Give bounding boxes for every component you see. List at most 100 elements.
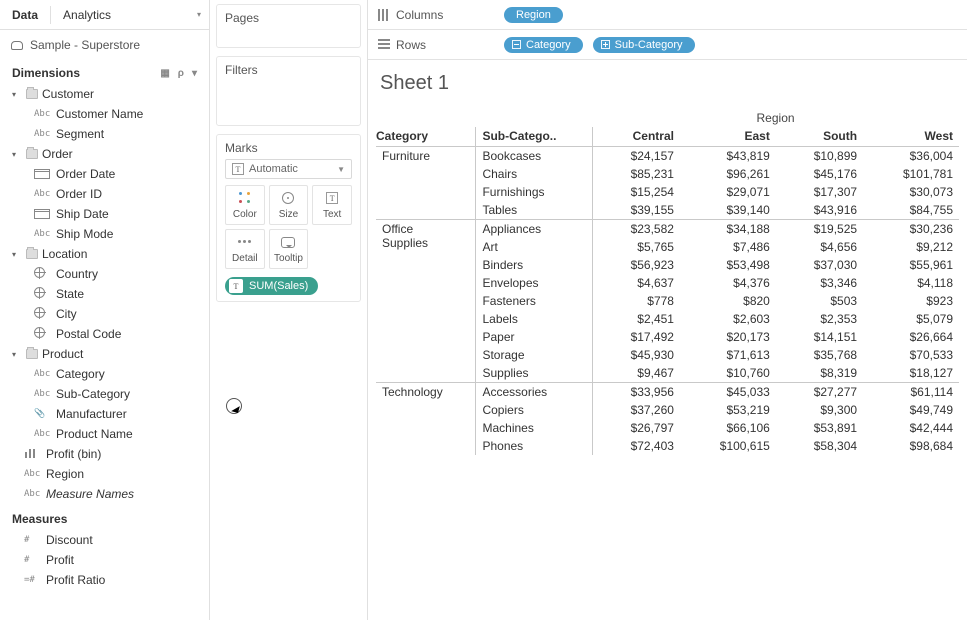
value-cell[interactable]: $45,176 [776, 165, 863, 183]
value-cell[interactable]: $9,467 [592, 364, 680, 383]
value-cell[interactable]: $2,451 [592, 310, 680, 328]
value-cell[interactable]: $45,033 [680, 383, 776, 402]
value-cell[interactable]: $8,319 [776, 364, 863, 383]
pages-shelf[interactable]: Pages [216, 4, 361, 48]
value-cell[interactable]: $43,819 [680, 147, 776, 166]
value-cell[interactable]: $15,254 [592, 183, 680, 201]
field-item[interactable]: AbcOrder ID [0, 184, 209, 204]
value-cell[interactable]: $96,261 [680, 165, 776, 183]
value-cell[interactable]: $30,236 [863, 220, 959, 239]
value-cell[interactable]: $33,956 [592, 383, 680, 402]
mark-btn-text[interactable]: TText [312, 185, 352, 225]
value-cell[interactable]: $3,346 [776, 274, 863, 292]
subcategory-cell[interactable]: Copiers [476, 401, 592, 419]
value-cell[interactable]: $778 [592, 292, 680, 310]
field-item[interactable]: =#Profit Ratio [0, 570, 209, 590]
field-item[interactable]: Profit (bin) [0, 444, 209, 464]
value-cell[interactable]: $10,760 [680, 364, 776, 383]
value-cell[interactable]: $70,533 [863, 346, 959, 364]
collapse-icon[interactable] [512, 40, 521, 49]
value-cell[interactable]: $36,004 [863, 147, 959, 166]
value-cell[interactable]: $85,231 [592, 165, 680, 183]
rows-pill-subcategory[interactable]: Sub-Category [593, 37, 695, 53]
value-cell[interactable]: $35,768 [776, 346, 863, 364]
value-cell[interactable]: $39,140 [680, 201, 776, 220]
subcategory-cell[interactable]: Bookcases [476, 147, 592, 166]
value-cell[interactable]: $923 [863, 292, 959, 310]
field-item[interactable]: AbcMeasure Names [0, 484, 209, 504]
value-cell[interactable]: $26,664 [863, 328, 959, 346]
value-cell[interactable]: $20,173 [680, 328, 776, 346]
field-item[interactable]: Order Date [0, 164, 209, 184]
value-cell[interactable]: $5,079 [863, 310, 959, 328]
columns-shelf[interactable]: Columns Region [368, 0, 967, 30]
marks-pill-sum-sales[interactable]: T SUM(Sales) [225, 277, 318, 295]
value-cell[interactable]: $30,073 [863, 183, 959, 201]
value-cell[interactable]: $7,486 [680, 238, 776, 256]
filters-shelf[interactable]: Filters [216, 56, 361, 126]
value-cell[interactable]: $53,219 [680, 401, 776, 419]
subcategory-cell[interactable]: Binders [476, 256, 592, 274]
value-cell[interactable]: $84,755 [863, 201, 959, 220]
value-cell[interactable]: $14,151 [776, 328, 863, 346]
value-cell[interactable]: $42,444 [863, 419, 959, 437]
mark-btn-color[interactable]: Color [225, 185, 265, 225]
value-cell[interactable]: $58,304 [776, 437, 863, 455]
value-cell[interactable]: $72,403 [592, 437, 680, 455]
mark-btn-size[interactable]: Size [269, 185, 309, 225]
value-cell[interactable]: $2,353 [776, 310, 863, 328]
mark-type-select[interactable]: TAutomatic ▼ [225, 159, 352, 179]
tab-analytics[interactable]: Analytics [51, 0, 123, 29]
value-cell[interactable]: $71,613 [680, 346, 776, 364]
value-cell[interactable]: $4,376 [680, 274, 776, 292]
subcategory-cell[interactable]: Furnishings [476, 183, 592, 201]
value-cell[interactable]: $19,525 [776, 220, 863, 239]
subcategory-cell[interactable]: Fasteners [476, 292, 592, 310]
view-options-icon[interactable]: ▦ [160, 68, 169, 79]
value-cell[interactable]: $61,114 [863, 383, 959, 402]
value-cell[interactable]: $53,891 [776, 419, 863, 437]
datasource-row[interactable]: Sample - Superstore [0, 30, 209, 60]
value-cell[interactable]: $43,916 [776, 201, 863, 220]
subcategory-cell[interactable]: Appliances [476, 220, 592, 239]
value-cell[interactable]: $100,615 [680, 437, 776, 455]
subcategory-cell[interactable]: Accessories [476, 383, 592, 402]
value-cell[interactable]: $37,260 [592, 401, 680, 419]
value-cell[interactable]: $17,307 [776, 183, 863, 201]
field-item[interactable]: AbcSub-Category [0, 384, 209, 404]
search-icon[interactable]: ρ [178, 68, 184, 79]
value-cell[interactable]: $101,781 [863, 165, 959, 183]
value-cell[interactable]: $34,188 [680, 220, 776, 239]
value-cell[interactable]: $56,923 [592, 256, 680, 274]
tab-dropdown-icon[interactable]: ▾ [189, 10, 209, 19]
rows-shelf[interactable]: Rows Category Sub-Category [368, 30, 967, 60]
menu-icon[interactable]: ▾ [192, 68, 197, 79]
value-cell[interactable]: $49,749 [863, 401, 959, 419]
value-cell[interactable]: $4,637 [592, 274, 680, 292]
value-cell[interactable]: $10,899 [776, 147, 863, 166]
value-cell[interactable]: $55,961 [863, 256, 959, 274]
value-cell[interactable]: $4,656 [776, 238, 863, 256]
field-item[interactable]: City [0, 304, 209, 324]
tab-data[interactable]: Data [0, 0, 50, 29]
subcategory-cell[interactable]: Labels [476, 310, 592, 328]
mark-btn-tooltip[interactable]: Tooltip [269, 229, 309, 269]
field-item[interactable]: #Profit [0, 550, 209, 570]
folder-product[interactable]: ▾Product [0, 344, 209, 364]
subcategory-cell[interactable]: Paper [476, 328, 592, 346]
value-cell[interactable]: $9,212 [863, 238, 959, 256]
field-item[interactable]: AbcCategory [0, 364, 209, 384]
value-cell[interactable]: $4,118 [863, 274, 959, 292]
value-cell[interactable]: $37,030 [776, 256, 863, 274]
subcategory-cell[interactable]: Phones [476, 437, 592, 455]
subcategory-cell[interactable]: Chairs [476, 165, 592, 183]
sheet-title[interactable]: Sheet 1 [376, 72, 959, 95]
field-item[interactable]: 📎Manufacturer [0, 404, 209, 424]
field-item[interactable]: #Discount [0, 530, 209, 550]
category-header[interactable]: Furniture [376, 147, 476, 220]
subcategory-cell[interactable]: Supplies [476, 364, 592, 383]
field-item[interactable]: Country [0, 264, 209, 284]
columns-pill-region[interactable]: Region [504, 7, 563, 23]
folder-order[interactable]: ▾Order [0, 144, 209, 164]
value-cell[interactable]: $53,498 [680, 256, 776, 274]
